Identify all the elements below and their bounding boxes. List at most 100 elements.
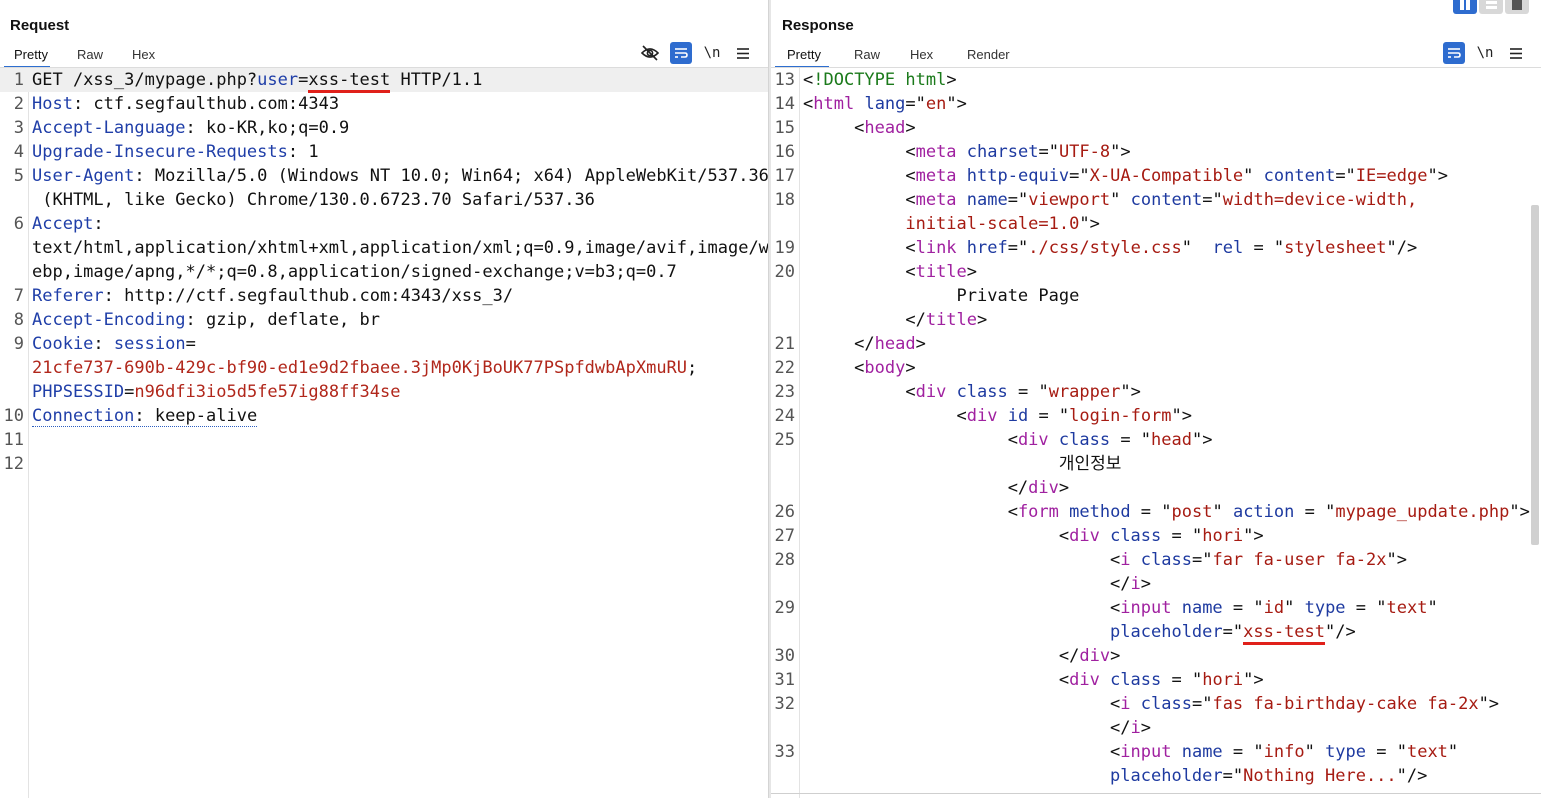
layout-single-icon[interactable] (1505, 0, 1529, 14)
req-code-line: text/html,application/xhtml+xml,applicat… (0, 236, 768, 260)
code-token: = " (1222, 598, 1264, 618)
code-text: PHPSESSID=n96dfi3io5d5fe57ig88ff34se (28, 380, 400, 404)
code-token: stylesheet (1284, 238, 1387, 258)
menu-icon[interactable] (732, 42, 754, 64)
code-text: Cookie: session= (28, 332, 196, 356)
code-token: = " (1028, 406, 1070, 426)
line-number (771, 308, 799, 332)
word-wrap-icon[interactable] (670, 42, 692, 64)
code-token: div (966, 406, 998, 426)
response-editor[interactable]: 13 <!DOCTYPE html> 14 <html lang="en"> 15 <h… (771, 68, 1541, 798)
code-token: = (124, 382, 135, 402)
code-token: class (1058, 430, 1111, 450)
response-tab-raw[interactable]: Raw (829, 44, 885, 68)
code-token: " (1110, 190, 1131, 210)
resp-code-line: 14 <html lang="en"> (771, 92, 1541, 116)
request-tab-pretty[interactable]: Pretty (4, 44, 50, 68)
code-token: =" (905, 94, 926, 114)
resp-code-line: 16 <meta charset="UTF-8"> (771, 140, 1541, 164)
code-token: "> (1171, 406, 1193, 426)
req-code-line: 7 Referer: http://ctf.segfaulthub.com:434… (0, 284, 768, 308)
code-token: "/> (1386, 238, 1418, 258)
code-token: =" (1191, 694, 1213, 714)
line-number: 32 (774, 694, 795, 714)
line-number: 16 (774, 142, 795, 162)
request-tab-hex[interactable]: Hex (107, 44, 167, 68)
code-token: < (803, 118, 865, 138)
code-token: "> (1079, 214, 1100, 234)
code-token: placeholder (803, 766, 1223, 786)
code-token: type (1325, 742, 1367, 762)
code-token: =" (1191, 550, 1213, 570)
code-token: div (915, 382, 947, 402)
code-token: < (803, 70, 814, 90)
response-tab-pretty[interactable]: Pretty (775, 44, 829, 68)
code-token: = " (1366, 742, 1407, 762)
req-code-line: 10 Connection: keep-alive (0, 404, 768, 428)
menu-icon[interactable] (1505, 42, 1527, 64)
code-token: PHPSESSID (32, 382, 125, 402)
layout-stacked-icon[interactable] (1479, 0, 1503, 14)
request-editor[interactable]: 1 GET /xss_3/mypage.php?user=xss-test HTT… (0, 68, 768, 798)
response-scrollbar[interactable] (1531, 205, 1539, 545)
code-token: Referer (32, 286, 104, 306)
newline-toggle[interactable]: \n (1474, 42, 1496, 64)
highlighted-token: xss-test (308, 70, 391, 93)
code-token: rel (1212, 238, 1244, 258)
request-tab-raw[interactable]: Raw (50, 44, 107, 68)
req-code-line: 6 Accept: (0, 212, 768, 236)
code-token: Accept-Language (32, 118, 186, 138)
code-token: en (925, 94, 947, 114)
line-number: 10 (3, 406, 24, 426)
code-token: > (1140, 718, 1152, 738)
code-text: <meta http-equiv="X-UA-Compatible" conte… (799, 164, 1448, 188)
code-text: initial-scale=1.0"> (799, 212, 1100, 236)
horizontal-scrollbar[interactable] (771, 793, 1541, 794)
code-token: div (1017, 430, 1049, 450)
code-token: input (1120, 742, 1172, 762)
line-number (0, 380, 28, 404)
code-text: Private Page (799, 284, 1080, 308)
line-number: 8 (13, 310, 24, 330)
code-token: Upgrade-Insecure-Requests (32, 142, 288, 162)
code-token: placeholder (803, 622, 1223, 642)
code-token: title (925, 310, 978, 330)
line-number (771, 620, 799, 644)
code-token: hori (1202, 670, 1244, 690)
code-token: =" (1222, 766, 1244, 786)
layout-side-by-side-icon[interactable] (1453, 0, 1477, 14)
hide-eye-icon[interactable] (639, 42, 661, 64)
resp-code-line: </div> (771, 476, 1541, 500)
code-token: div (1069, 526, 1100, 546)
code-text: Accept: (28, 212, 104, 236)
code-token: content (1263, 166, 1336, 186)
code-token: action (1232, 502, 1295, 522)
code-text: GET /xss_3/mypage.php?user=xss-test HTTP… (28, 68, 482, 93)
response-tab-hex[interactable]: Hex (885, 44, 939, 68)
code-token: > (1110, 646, 1121, 666)
code-token: =" (1202, 190, 1223, 210)
code-token: </ (803, 478, 1029, 498)
code-token: "> (1386, 550, 1407, 570)
code-token: charset (966, 142, 1039, 162)
line-number: 17 (774, 166, 795, 186)
word-wrap-icon[interactable] (1443, 42, 1465, 64)
line-number: 25 (774, 430, 795, 450)
response-tab-render[interactable]: Render (939, 44, 1019, 68)
code-text: <i class="fas fa-birthday-cake fa-2x"> (799, 692, 1499, 716)
req-code-line: 2 Host: ctf.segfaulthub.com:4343 (0, 92, 768, 116)
code-token: < (803, 742, 1121, 762)
code-token: "/> (1396, 766, 1428, 786)
newline-toggle[interactable]: \n (701, 42, 723, 64)
line-number (0, 356, 28, 380)
code-token: "> (946, 94, 967, 114)
code-token: i (1120, 694, 1131, 714)
code-token: name (966, 190, 1008, 210)
code-token: > (977, 310, 988, 330)
resp-code-line: 24 <div id = "login-form"> (771, 404, 1541, 428)
code-token: < (803, 550, 1121, 570)
